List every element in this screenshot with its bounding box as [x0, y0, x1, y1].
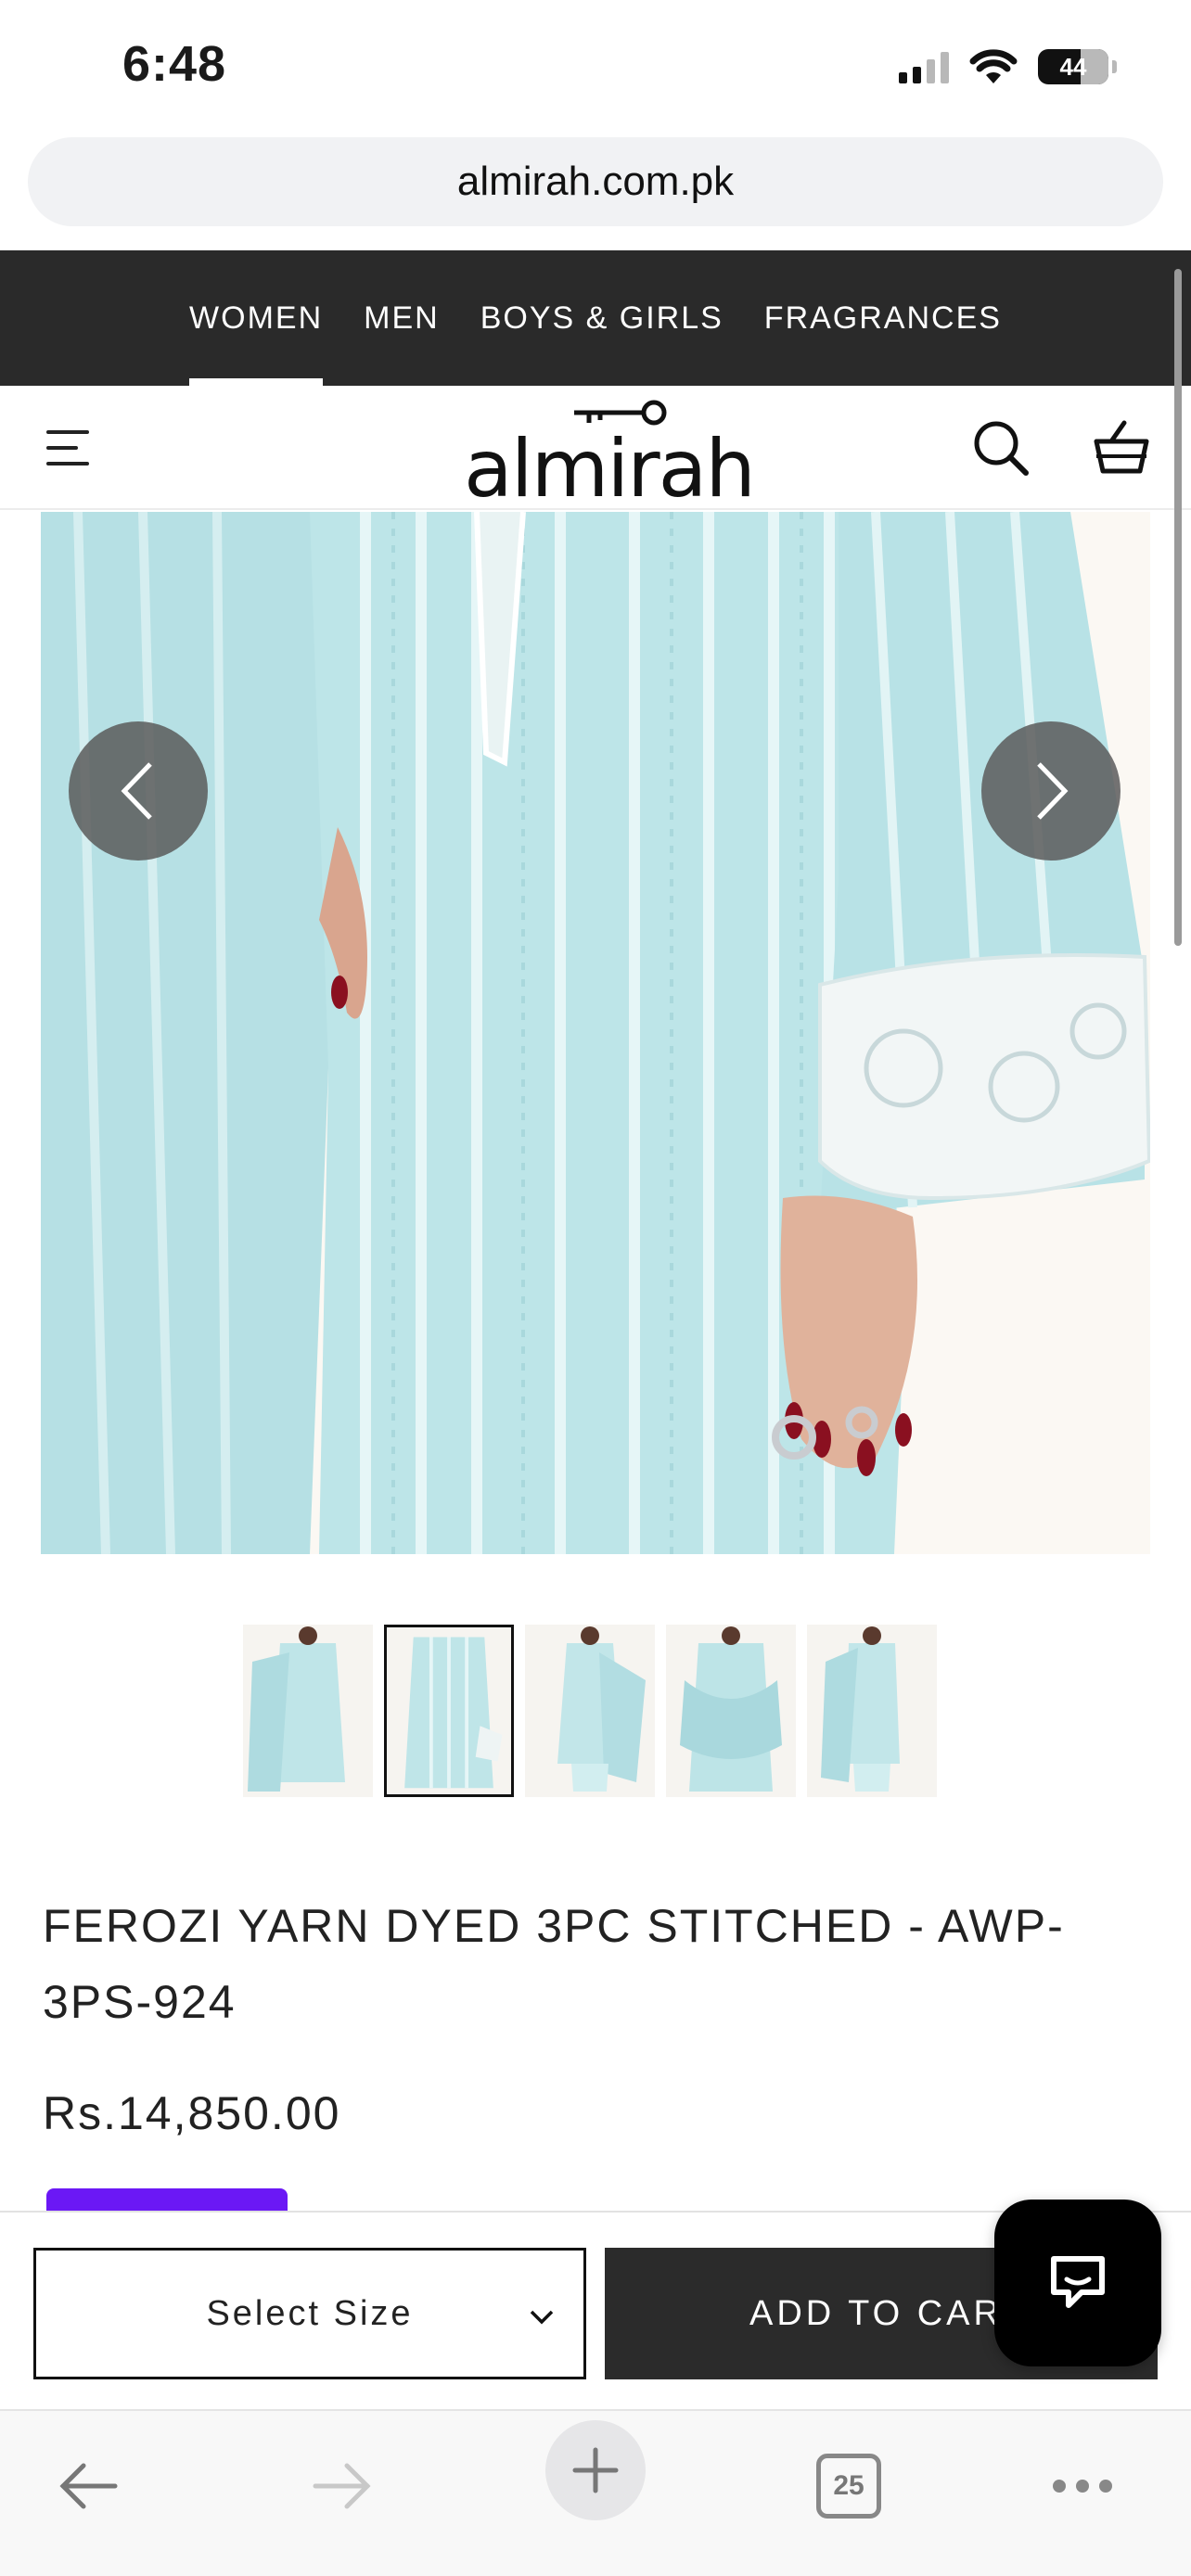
- chat-bubble-icon: [1051, 2256, 1105, 2308]
- product-thumbnail-3[interactable]: [525, 1625, 655, 1797]
- category-tab-boys-girls[interactable]: BOYS & GIRLS: [480, 250, 724, 386]
- logo-text: almirah: [464, 423, 756, 516]
- address-bar-url: almirah.com.pk: [456, 159, 735, 204]
- product-thumbnail-4[interactable]: [666, 1625, 796, 1797]
- add-to-cart-label: ADD TO CART: [749, 2293, 1028, 2333]
- thumbnail-strip: [243, 1625, 937, 1797]
- product-thumbnail-5[interactable]: [807, 1625, 937, 1797]
- product-thumbnail-2[interactable]: [384, 1625, 514, 1797]
- product-price: Rs.14,850.00: [43, 2087, 341, 2139]
- arrow-left-icon: [59, 2463, 118, 2509]
- new-tab-button[interactable]: [545, 2420, 646, 2520]
- search-icon[interactable]: [970, 417, 1031, 478]
- status-time: 6:48: [122, 36, 227, 92]
- category-tab-men[interactable]: MEN: [364, 250, 440, 386]
- next-image-button[interactable]: [981, 721, 1121, 861]
- battery-level: 44: [1059, 52, 1087, 81]
- hamburger-menu-icon[interactable]: [46, 427, 95, 469]
- chevron-left-icon: [121, 762, 152, 820]
- battery-icon: 44: [1038, 49, 1108, 84]
- back-button[interactable]: [37, 2435, 139, 2537]
- tab-count: 25: [816, 2454, 881, 2519]
- product-thumbnail-1[interactable]: [243, 1625, 373, 1797]
- category-tab-women[interactable]: WOMEN: [189, 250, 324, 386]
- page-scrollbar[interactable]: [1174, 269, 1182, 946]
- plus-icon: [572, 2447, 619, 2493]
- more-options-icon[interactable]: [1031, 2435, 1133, 2537]
- site-header: almirah: [0, 386, 1191, 516]
- size-select-dropdown[interactable]: Select Size: [33, 2248, 586, 2379]
- chat-support-button[interactable]: [994, 2200, 1161, 2366]
- cellular-signal-icon: [899, 50, 949, 83]
- chevron-right-icon: [1037, 762, 1069, 820]
- status-icons: 44: [899, 46, 1117, 87]
- category-tab-fragrances[interactable]: FRAGRANCES: [764, 250, 1002, 386]
- size-select-label: Select Size: [206, 2293, 414, 2333]
- category-nav: WOMEN MEN BOYS & GIRLS FRAGRANCES: [0, 250, 1191, 386]
- wifi-icon: [969, 49, 1018, 83]
- product-main-image[interactable]: [41, 512, 1150, 1554]
- address-bar[interactable]: almirah.com.pk: [28, 137, 1163, 226]
- forward-button[interactable]: [291, 2435, 393, 2537]
- browser-toolbar: 25: [0, 2409, 1191, 2576]
- tabs-button[interactable]: 25: [798, 2435, 900, 2537]
- basket-icon[interactable]: [1091, 417, 1152, 478]
- promo-badge: [46, 2188, 288, 2211]
- product-title: FEROZI YARN DYED 3PC STITCHED - AWP-3PS-…: [43, 1900, 1065, 2028]
- site-logo[interactable]: almirah: [464, 397, 756, 516]
- arrow-right-icon: [313, 2463, 371, 2509]
- previous-image-button[interactable]: [69, 721, 208, 861]
- battery-nub: [1112, 60, 1117, 73]
- status-bar: 6:48 44: [0, 0, 1191, 130]
- chevron-down-icon: [530, 2310, 554, 2325]
